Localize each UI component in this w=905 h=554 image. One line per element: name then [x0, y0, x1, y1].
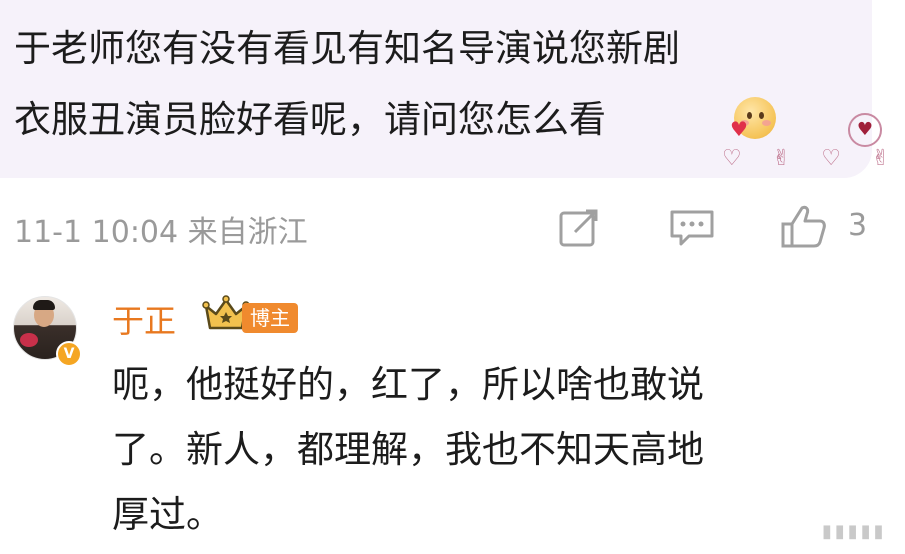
comment-meta: 11-1 10:04 来自浙江 [14, 207, 308, 251]
hand-gestures-icon: ♡ ✌ ♡ ✌ [722, 146, 890, 171]
blogger-tag: 博主 [242, 303, 298, 333]
comment-time: 10:04 [91, 215, 179, 250]
comment-date: 11-1 [14, 215, 83, 250]
question-text-line1: 于老师您有没有看见有知名导演说您新剧 [14, 27, 680, 70]
reply-text-line1: 呃，他挺好的，红了，所以啥也敢说 [112, 363, 704, 406]
comment-location: 来自浙江 [187, 215, 308, 250]
reply-text-line3: 厚过。 [112, 493, 223, 536]
comment-icon[interactable] [669, 208, 715, 248]
like-count: 3 [848, 208, 868, 243]
emoji-blush-icon: ♥ [730, 97, 776, 139]
like-icon[interactable] [780, 204, 828, 250]
reply-text-line2: 了。新人，都理解，我也不知天高地 [112, 428, 704, 471]
verified-icon: V [56, 341, 82, 367]
question-text-line2: 衣服丑演员脸好看呢，请问您怎么看 [14, 98, 606, 141]
watermark: ▮▮▮▮▮ [822, 521, 887, 542]
question-bubble: 于老师您有没有看见有知名导演说您新剧 衣服丑演员脸好看呢，请问您怎么看 ♥ ♥ … [0, 0, 890, 178]
repost-icon[interactable] [558, 208, 602, 248]
heart-badge-icon: ♥ [848, 113, 882, 147]
reply-author-name[interactable]: 于正 [112, 296, 176, 342]
